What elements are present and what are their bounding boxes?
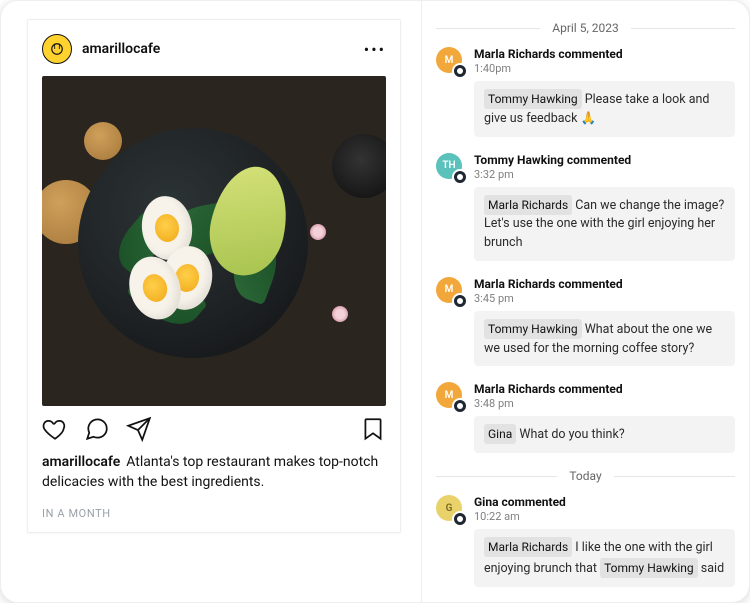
paper-plane-icon [126, 416, 152, 442]
heart-icon [42, 416, 68, 442]
food-flower [332, 306, 348, 322]
fork-plate-icon [50, 42, 64, 56]
comment-author-line: Marla Richards commented [474, 47, 735, 61]
save-button[interactable] [360, 416, 386, 442]
chat-badge-icon [452, 293, 468, 309]
comment-body: Tommy Hawking commented3:32 pm Marla Rich… [474, 153, 735, 261]
food-bowl [332, 134, 386, 198]
comment-text: Tommy Hawking Please take a look and giv… [474, 81, 735, 137]
comment-button[interactable] [84, 416, 110, 442]
share-button[interactable] [126, 416, 152, 442]
comment-item: M Marla Richards commented1:40pm Tommy Haw… [436, 47, 735, 137]
date-divider-label: April 5, 2023 [552, 21, 619, 35]
like-button[interactable] [42, 416, 68, 442]
comment-text: Tommy Hawking What about the one we we u… [474, 311, 735, 367]
post-image [42, 76, 386, 406]
food-flower [310, 224, 326, 240]
comment-body: Marla Richards commented1:40pm Tommy Hawk… [474, 47, 735, 137]
comment-item: M Marla Richards commented3:48 pm Gina Wha… [436, 382, 735, 453]
comment-timestamp: 3:48 pm [474, 397, 735, 410]
date-divider: April 5, 2023 [436, 21, 735, 35]
comment-body: Marla Richards commented3:48 pm Gina What… [474, 382, 735, 453]
comment-avatar[interactable]: M [436, 47, 464, 75]
post-header-left: amarillocafe [42, 34, 160, 64]
date-divider-label: Today [569, 469, 601, 483]
mention-chip[interactable]: Tommy Hawking [484, 319, 582, 339]
bookmark-icon [360, 416, 386, 442]
comment-item: TH Tommy Hawking commented3:32 pm Marla Ri… [436, 153, 735, 261]
caption-username[interactable]: amarillocafe [42, 454, 120, 470]
comment-item: G Gina commented10:22 am Marla Richards I … [436, 495, 735, 587]
date-divider: Today [436, 469, 735, 483]
comment-body: Gina commented10:22 am Marla Richards I l… [474, 495, 735, 587]
mention-chip[interactable]: Marla Richards [484, 195, 572, 215]
comment-text: Marla Richards Can we change the image? … [474, 187, 735, 261]
comments-pane: April 5, 2023 MMarla Richards commented1… [421, 1, 749, 602]
more-options-button[interactable]: ••• [364, 40, 386, 59]
comment-body: Marla Richards commented3:45 pm Tommy Haw… [474, 277, 735, 367]
mention-chip[interactable]: Marla Richards [484, 537, 572, 557]
schedule-label: IN A MONTH [42, 507, 386, 520]
comment-timestamp: 3:32 pm [474, 168, 735, 181]
post-card: amarillocafe ••• [27, 19, 401, 533]
chat-badge-icon [452, 398, 468, 414]
mention-chip[interactable]: Tommy Hawking [484, 89, 582, 109]
comment-author-line: Tommy Hawking commented [474, 153, 735, 167]
comment-avatar[interactable]: M [436, 277, 464, 305]
post-preview-pane: amarillocafe ••• [1, 1, 421, 602]
post-caption: amarillocafeAtlanta's top restaurant mak… [42, 452, 386, 493]
comment-item: M Marla Richards commented3:45 pm Tommy Ha… [436, 277, 735, 367]
mention-chip[interactable]: Gina [484, 424, 516, 444]
chat-badge-icon [452, 169, 468, 185]
comment-timestamp: 10:22 am [474, 510, 735, 523]
app-frame: amarillocafe ••• [0, 0, 750, 603]
profile-avatar[interactable] [42, 34, 72, 64]
comment-avatar[interactable]: M [436, 382, 464, 410]
food-cookie [84, 122, 122, 160]
post-action-row [42, 416, 386, 442]
comment-text: Marla Richards I like the one with the g… [474, 529, 735, 587]
speech-bubble-icon [84, 416, 110, 442]
comment-avatar[interactable]: TH [436, 153, 464, 181]
comment-author-line: Gina commented [474, 495, 735, 509]
post-actions-left [42, 416, 152, 442]
comment-author-line: Marla Richards commented [474, 277, 735, 291]
comment-author-line: Marla Richards commented [474, 382, 735, 396]
comment-timestamp: 3:45 pm [474, 292, 735, 305]
comment-timestamp: 1:40pm [474, 62, 735, 75]
comment-avatar[interactable]: G [436, 495, 464, 523]
mention-chip[interactable]: Tommy Hawking [600, 558, 698, 578]
comment-text: Gina What do you think? [474, 416, 735, 453]
post-header: amarillocafe ••• [42, 34, 386, 64]
post-username[interactable]: amarillocafe [82, 41, 160, 57]
chat-badge-icon [452, 511, 468, 527]
chat-badge-icon [452, 63, 468, 79]
